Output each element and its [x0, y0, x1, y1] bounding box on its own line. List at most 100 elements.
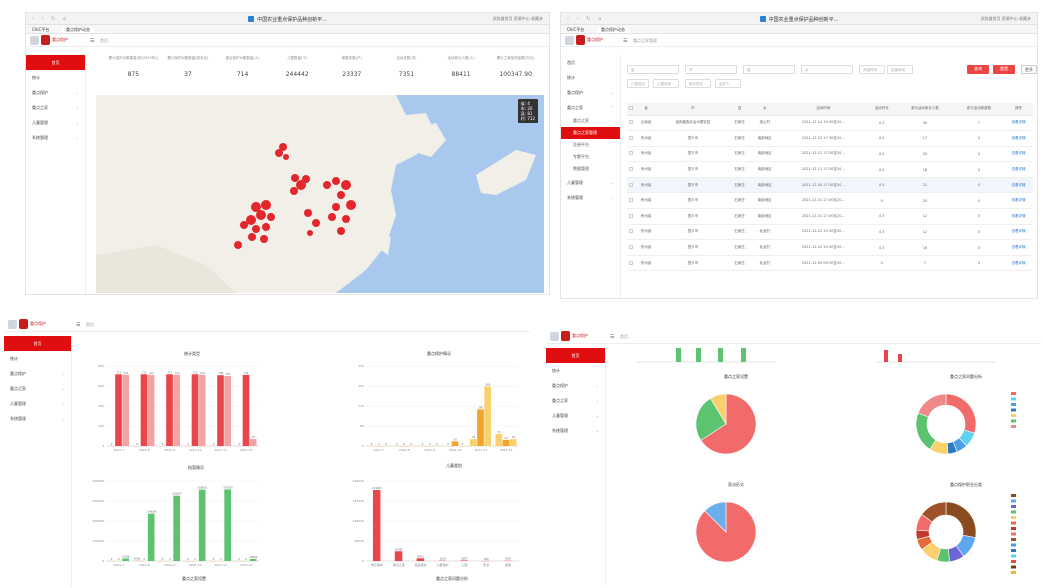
reset-button[interactable]: 重置 [993, 65, 1015, 74]
checkbox[interactable] [629, 106, 634, 111]
sidebar-item-system[interactable]: 系统管理 ⌄ [26, 130, 85, 145]
checkbox[interactable] [629, 182, 634, 187]
sidebar-item-children[interactable]: 儿童管理 ⌄ [546, 408, 605, 423]
table-row[interactable]: 贵州省 遵义市 石家庄 南部地区 2021-12-01 17:00至20... 0.5 12… [627, 208, 1033, 225]
filter-guardian[interactable]: 监护人 [715, 79, 741, 88]
menu-toggle-icon[interactable]: ☰ [623, 38, 627, 44]
row-checkbox[interactable] [627, 224, 636, 241]
checkbox[interactable] [629, 135, 634, 140]
table-row[interactable]: 贵州省 遵义市 石家庄 仙龙村 2021-12-12 10:30至20... 0.5 12 0… [627, 224, 1033, 241]
sidebar-item-home[interactable]: 首页 [546, 348, 605, 363]
checkbox[interactable] [629, 198, 634, 203]
sidebar-item-children[interactable]: 儿童管理 ⌄ [26, 115, 85, 130]
row-checkbox[interactable] [627, 192, 636, 210]
filter-parent-name[interactable]: 家长姓名 [685, 79, 711, 88]
table-row[interactable]: 贵州省 遵义市 石家庄 南部地区 2021-12-01 17:00至20... 0 20 0 查… [627, 192, 1033, 210]
row-checkbox[interactable] [627, 146, 636, 163]
sidebar-item-stats[interactable]: 统计 [26, 70, 85, 85]
sidebar-sub-item-active[interactable]: 重点之家管理 [561, 127, 620, 139]
sidebar-item-home-center[interactable]: 重点之家 ⌄ [4, 381, 71, 396]
sidebar-item-children[interactable]: 儿童管理 ⌄ [561, 175, 620, 190]
sidebar-item-home-center[interactable]: 重点之家 ⌄ [26, 100, 85, 115]
browser-right-links[interactable]: 浏览器首页 资源中心 收藏夹 [980, 16, 1031, 22]
filter-start-date[interactable]: 开始时间 [859, 65, 885, 74]
sidebar-item-children[interactable]: 儿童管理 ⌄ [4, 396, 71, 411]
tab-active[interactable]: 重点保护动态 [62, 27, 94, 33]
search-button[interactable]: 查询 [967, 65, 989, 74]
filter-city[interactable]: 市 [685, 65, 737, 74]
sidebar-item-home-center[interactable]: 重点之家 ⌄ [546, 393, 605, 408]
row-checkbox[interactable] [627, 255, 636, 272]
sidebar-item-system[interactable]: 系统管理 ⌄ [546, 423, 605, 438]
table-row[interactable]: 贵州省 遵义市 石家庄 南部地区 2021-12-11 17:30至20... 0.5 18… [627, 161, 1033, 178]
sidebar-item-protect[interactable]: 重点保护 ⌄ [546, 378, 605, 393]
more-button[interactable]: 更多 [1021, 65, 1037, 74]
sidebar-item-home[interactable]: 首页 [561, 55, 620, 70]
data-label: 70 [252, 435, 256, 439]
checkbox[interactable] [629, 151, 634, 156]
view-details-link[interactable]: 查看详情 [1004, 130, 1033, 147]
checkbox[interactable] [629, 245, 634, 250]
tab-home[interactable]: ChiC平台 [32, 27, 49, 33]
filter-province[interactable]: 省 [627, 65, 679, 74]
menu-toggle-icon[interactable]: ☰ [76, 322, 80, 328]
china-map[interactable]: 省: 4 市: 20 县: 81 村: 712 [96, 95, 544, 293]
sidebar-item-protect[interactable]: 重点保护 ⌄ [26, 85, 85, 100]
row-checkbox[interactable] [627, 130, 636, 147]
sidebar-sub-item[interactable]: 数据管理 [561, 163, 620, 175]
filter-end-date[interactable]: 结束时间 [887, 65, 913, 74]
row-checkbox[interactable] [627, 208, 636, 225]
view-details-link[interactable]: 查看详情 [1004, 239, 1033, 256]
sidebar-item-protect[interactable]: 重点保护 ⌄ [4, 366, 71, 381]
checkbox[interactable] [629, 167, 634, 172]
view-details-link[interactable]: 查看详情 [1004, 146, 1033, 163]
checkbox[interactable] [629, 213, 634, 218]
sidebar-item-home[interactable]: 首页 [26, 55, 85, 70]
table-cell: 遵义市 [656, 239, 729, 256]
view-details-link[interactable]: 查看详情 [1004, 161, 1033, 178]
checkbox[interactable] [629, 229, 634, 234]
sidebar-item-home[interactable]: 首页 [4, 336, 71, 351]
row-checkbox[interactable] [627, 161, 636, 178]
checkbox[interactable] [629, 120, 634, 125]
filter-county[interactable]: 县 [743, 65, 795, 74]
table-row[interactable]: 贵州省 遵义市 石家庄 南部地区 2021-12-12 17:30至20... 0.5 17… [627, 130, 1033, 147]
menu-toggle-icon[interactable]: ☰ [610, 334, 614, 340]
sidebar-item-protect[interactable]: 重点保护 ⌄ [561, 85, 620, 100]
table-row[interactable]: 贵州省 遵义市 石家庄 南部地区 2021-12-12 17:30至20... 0.5 20… [627, 146, 1033, 163]
filter-child-status[interactable]: 儿童状态 [653, 79, 679, 88]
sidebar-item-stats[interactable]: 统计 [546, 363, 605, 378]
view-details-link[interactable]: 查看详情 [1004, 192, 1033, 210]
tab-active[interactable]: 重点保护动态 [597, 27, 629, 33]
bar [191, 374, 199, 446]
tab-home[interactable]: ChiC平台 [567, 27, 584, 33]
view-details-link[interactable]: 查看详情 [1004, 255, 1033, 272]
sidebar-sub-item[interactable]: 重点之家 [561, 115, 620, 127]
table-row[interactable]: 贵州省 遵义市 石家庄 仙龙村 2021-12-09 09:30至20... 0 7 0 查看详… [627, 255, 1033, 272]
table-row[interactable]: 贵州省 遵义市 石家庄 仙龙村 2021-12-10 10:30至20... 0.5 16 0… [627, 239, 1033, 256]
view-details-link[interactable]: 查看详情 [1004, 115, 1033, 132]
checkbox[interactable] [629, 260, 634, 265]
sidebar-item-system[interactable]: 系统管理 ⌄ [4, 411, 71, 426]
stat-label: 活动参与人数(人) [447, 56, 475, 60]
sidebar-sub-item[interactable]: 注册平台 [561, 139, 620, 151]
table-row[interactable]: 贵州省 遵义市 石家庄 南部地区 2021-12-04 17:30至20... 0.5 21… [627, 177, 1033, 194]
view-details-link[interactable]: 查看详情 [1004, 224, 1033, 241]
sidebar-sub-item[interactable]: 专题平台 [561, 151, 620, 163]
filter-town[interactable]: 乡 [801, 65, 853, 74]
table-cell: 贵州省 [635, 239, 657, 256]
row-checkbox[interactable] [627, 239, 636, 256]
table-row[interactable]: 云南省 迪庆藏族自治州德钦县 石家庄 宝山村 2021-12-14 10:30至20..… [627, 115, 1033, 132]
menu-toggle-icon[interactable]: ☰ [90, 38, 94, 44]
sidebar-item-home-center[interactable]: 重点之家 ⌃ [561, 100, 620, 115]
sidebar-item-stats[interactable]: 统计 [561, 70, 620, 85]
row-checkbox[interactable] [627, 177, 636, 194]
row-checkbox[interactable] [627, 115, 636, 132]
sidebar-item-stats[interactable]: 统计 [4, 351, 71, 366]
filter-child-name[interactable]: 儿童姓名 [627, 79, 649, 88]
sidebar-item-system[interactable]: 系统管理 ⌄ [561, 190, 620, 205]
view-details-link[interactable]: 查看详情 [1004, 208, 1033, 225]
browser-right-links[interactable]: 浏览器首页 资源中心 收藏夹 [492, 16, 543, 22]
view-details-link[interactable]: 查看详情 [1004, 177, 1033, 194]
stat-card: 累计保护对象数量(到(2023年)) 875 [106, 51, 161, 91]
